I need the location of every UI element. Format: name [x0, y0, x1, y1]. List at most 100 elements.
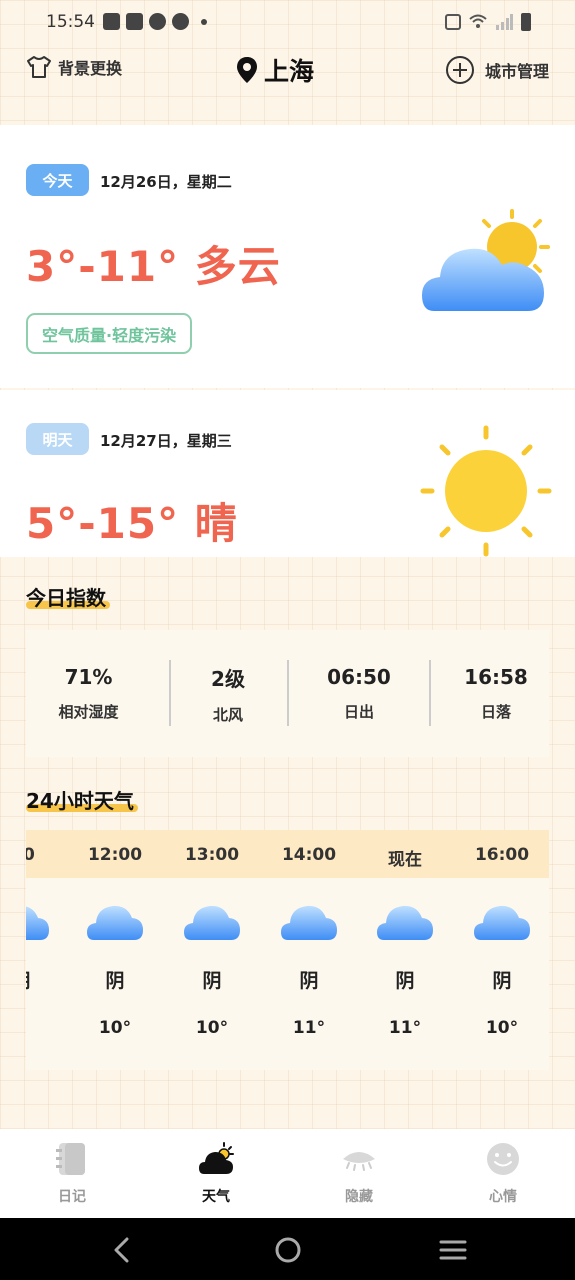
sunrise-cell: 06:50 日出	[289, 630, 429, 757]
hour-time: 14:00	[281, 845, 337, 865]
tab-diary[interactable]: 日记	[12, 1129, 132, 1218]
hour-column: 阴 °	[26, 878, 66, 1070]
compass-icon	[172, 13, 189, 30]
hour-temp: 10°	[485, 1018, 519, 1038]
sunset-cell: 16:58 日落	[431, 630, 561, 757]
signal-icon	[496, 14, 513, 30]
wind-label: 北风	[212, 705, 243, 724]
system-icons	[445, 13, 531, 31]
status-bar: 15:54	[0, 0, 575, 46]
hourly-forecast-row[interactable]: 阴 ° 阴 10° 阴 10° 阴 11° 阴 11° 阴 10°	[26, 878, 549, 1070]
mail-icon	[103, 13, 120, 30]
hour-column: 阴 10°	[167, 878, 257, 1070]
hour-condition: 阴	[299, 970, 319, 992]
smiley-icon	[487, 1143, 519, 1175]
today-weather-card: 今天 12月26日，星期二 3°-11° 多云 空气质量·轻度污染	[0, 125, 575, 388]
sunset-value: 16:58	[464, 665, 528, 689]
more-notifications-icon	[201, 18, 207, 25]
cloud-icon	[474, 905, 530, 940]
tomorrow-weather-card: 明天 12月27日，星期三 5°-15° 晴	[0, 390, 575, 557]
hour-column: 阴 10°	[70, 878, 160, 1070]
humidity-value: 71%	[64, 665, 113, 689]
hour-time: 00	[26, 845, 35, 865]
city-manage-label: 城市管理	[484, 62, 549, 81]
index-section-title-text: 今日指数	[26, 586, 106, 610]
today-temp-condition: 3°-11° 多云	[26, 242, 281, 291]
tomorrow-temp-condition: 5°-15° 晴	[26, 499, 238, 548]
wind-cell: 2级 北风	[171, 630, 285, 757]
status-time: 15:54	[46, 12, 95, 32]
hour-column: 阴 11°	[360, 878, 450, 1070]
wind-value: 2级	[211, 666, 245, 691]
index-panel: 71% 相对湿度 2级 北风 06:50 日出 16:58 日落	[26, 630, 549, 757]
compass-icon	[149, 13, 166, 30]
tab-mood[interactable]: 心情	[443, 1129, 563, 1218]
plus-circle-icon	[445, 56, 474, 84]
notification-icons	[103, 13, 207, 30]
tab-weather[interactable]: 天气	[156, 1129, 276, 1218]
change-background-label: 背景更换	[58, 59, 123, 78]
hour-temp: 10°	[98, 1018, 132, 1038]
air-quality-badge: 空气质量·轻度污染	[26, 313, 193, 354]
recent-apps-icon[interactable]	[438, 1235, 468, 1265]
vibrate-icon	[445, 14, 461, 30]
hourly-section-title: 24小时天气	[26, 785, 138, 814]
cloud-icon	[377, 905, 433, 940]
mail-icon	[126, 13, 143, 30]
today-date: 12月26日，星期二	[100, 173, 232, 191]
hour-condition: 阴	[202, 970, 222, 992]
cloud-sun-icon	[199, 1142, 234, 1174]
humidity-label: 相对湿度	[58, 703, 119, 721]
city-name: 上海	[264, 57, 315, 86]
hour-condition: 阴	[26, 966, 66, 993]
hour-time: 16:00	[474, 845, 530, 865]
bottom-tab-bar: 日记 天气 隐藏 心情	[0, 1129, 575, 1218]
hourly-section-title-text: 24小时天气	[26, 789, 134, 813]
tab-hidden[interactable]: 隐藏	[299, 1129, 419, 1218]
back-icon[interactable]	[107, 1235, 137, 1265]
home-icon[interactable]	[273, 1235, 303, 1265]
partly-cloudy-icon	[422, 209, 550, 311]
hour-condition: 阴	[492, 970, 512, 992]
cloud-icon	[184, 905, 240, 940]
humidity-cell: 71% 相对湿度	[26, 630, 151, 757]
index-section-title: 今日指数	[26, 582, 110, 611]
hour-condition: 阴	[395, 970, 415, 992]
tomorrow-tag: 明天	[26, 423, 89, 455]
today-tag: 今天	[26, 164, 89, 196]
sunrise-value: 06:50	[327, 665, 391, 689]
hourly-time-row[interactable]: 00 12:00 13:00 14:00 现在 16:00	[26, 830, 549, 878]
cloud-icon	[281, 905, 337, 940]
sunset-label: 日落	[480, 703, 511, 721]
cloud-icon	[87, 905, 143, 940]
hour-condition: 阴	[105, 970, 125, 992]
wifi-icon	[469, 14, 487, 28]
hour-column: 阴 11°	[264, 878, 354, 1070]
hour-temp: 11°	[388, 1018, 422, 1038]
tshirt-icon	[27, 56, 51, 78]
change-background-button[interactable]: 背景更换	[26, 55, 122, 79]
tab-label: 隐藏	[345, 1189, 373, 1205]
battery-icon	[521, 13, 531, 31]
cloud-icon	[26, 906, 49, 940]
hour-time: 现在	[388, 850, 422, 870]
tomorrow-date: 12月27日，星期三	[100, 432, 232, 450]
hour-time: 13:00	[184, 845, 240, 865]
hour-temp: °	[26, 1018, 66, 1038]
system-navigation-bar	[0, 1218, 575, 1280]
tab-label: 天气	[202, 1189, 230, 1205]
tab-label: 日记	[58, 1189, 86, 1205]
top-nav: 背景更换 上海 城市管理	[0, 50, 575, 90]
notebook-icon	[56, 1143, 85, 1175]
location-pin-icon	[237, 57, 257, 83]
eye-closed-icon	[343, 1152, 375, 1171]
city-selector[interactable]: 上海	[236, 52, 314, 88]
tab-label: 心情	[489, 1189, 517, 1205]
hour-temp: 10°	[195, 1018, 229, 1038]
hour-temp: 11°	[292, 1018, 326, 1038]
hour-time: 12:00	[87, 845, 143, 865]
city-manage-button[interactable]: 城市管理	[445, 55, 549, 85]
sun-icon	[420, 425, 552, 557]
sunrise-label: 日出	[343, 703, 374, 721]
hour-column: 阴 10°	[457, 878, 547, 1070]
